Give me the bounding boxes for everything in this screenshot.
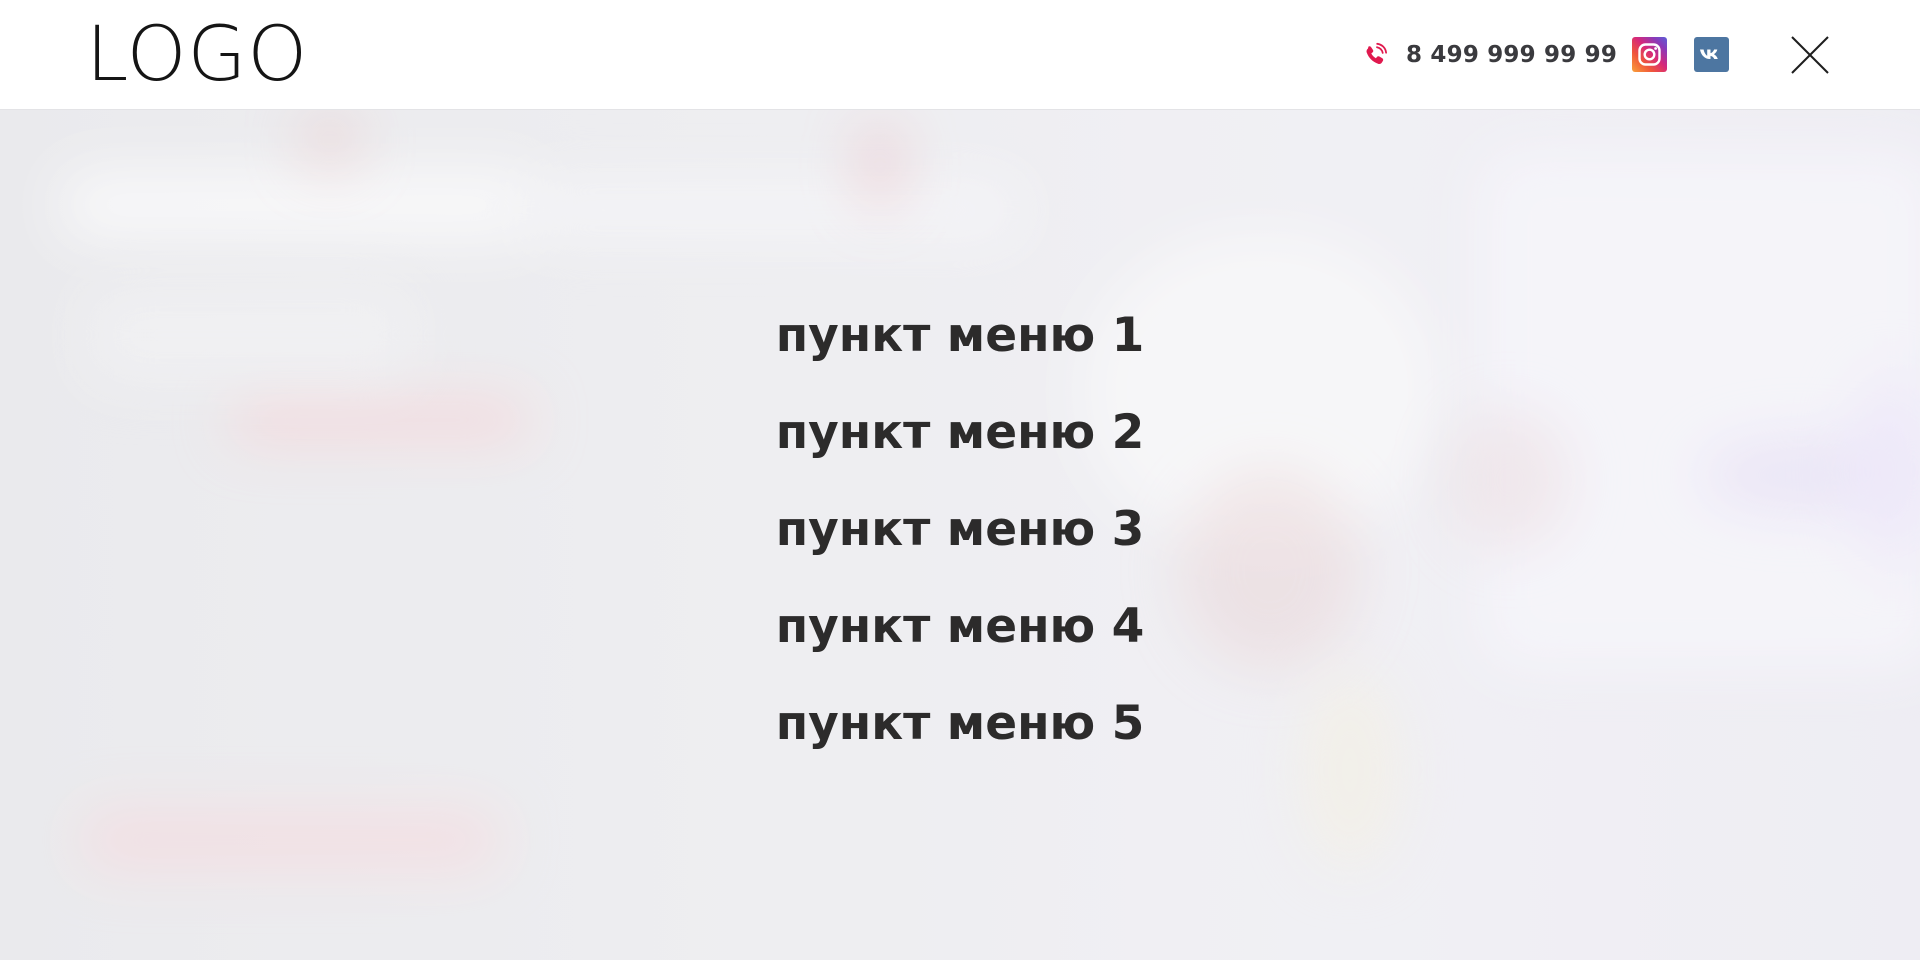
phone-icon <box>1366 42 1387 64</box>
close-button[interactable] <box>1790 35 1830 75</box>
menu-item-2[interactable]: пункт меню 2 <box>750 393 1170 490</box>
menu-item-3[interactable]: пункт меню 3 <box>750 490 1170 587</box>
phone-number[interactable]: 8 499 999 99 99 <box>1406 42 1617 68</box>
menu-item-4[interactable]: пункт меню 4 <box>750 587 1170 684</box>
phone-contact[interactable]: 8 499 999 99 99 <box>1362 38 1617 72</box>
menu-item-1[interactable]: пункт меню 1 <box>750 296 1170 393</box>
menu-item-5[interactable]: пункт меню 5 <box>750 684 1170 781</box>
close-icon <box>1791 36 1829 74</box>
vk-icon[interactable] <box>1694 37 1729 72</box>
instagram-icon[interactable] <box>1632 37 1667 72</box>
header-bar: LOGO 8 499 999 99 99 <box>0 0 1920 110</box>
logo[interactable]: LOGO <box>86 14 308 94</box>
overlay-menu: пункт меню 1 пункт меню 2 пункт меню 3 п… <box>0 296 1920 781</box>
